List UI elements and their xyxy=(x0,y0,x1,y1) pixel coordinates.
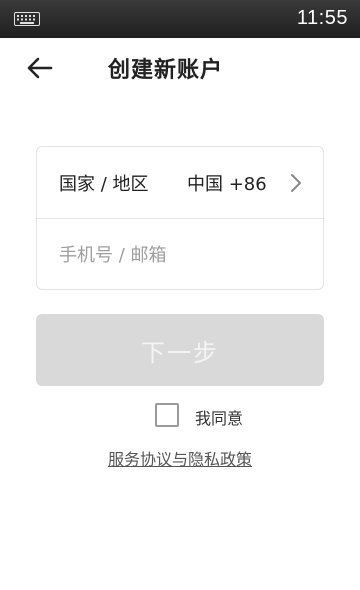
toolbar: 创建新账户 xyxy=(0,38,360,98)
agree-checkbox[interactable] xyxy=(155,403,179,427)
service-privacy-policy-link[interactable]: 服务协议与隐私政策 xyxy=(108,450,252,469)
arrow-left-icon[interactable] xyxy=(24,52,56,84)
status-bar: 11:55 xyxy=(0,0,360,38)
page-title: 创建新账户 xyxy=(108,58,224,83)
phone-email-input[interactable] xyxy=(59,239,309,271)
policy-link-row: 服务协议与隐私政策 xyxy=(0,446,360,470)
country-code-value: 中国 +86 xyxy=(187,174,267,195)
keyboard-icon xyxy=(14,12,40,26)
country-region-label: 国家 / 地区 xyxy=(59,174,149,195)
status-time: 11:55 xyxy=(296,7,348,29)
phone-email-row xyxy=(37,219,323,291)
chevron-right-icon xyxy=(291,174,301,192)
next-step-button[interactable]: 下一步 xyxy=(36,314,324,386)
agree-label: 我同意 xyxy=(195,409,244,428)
country-region-selector[interactable]: 国家 / 地区 中国 +86 xyxy=(37,147,323,219)
account-form-card: 国家 / 地区 中国 +86 xyxy=(36,146,324,290)
